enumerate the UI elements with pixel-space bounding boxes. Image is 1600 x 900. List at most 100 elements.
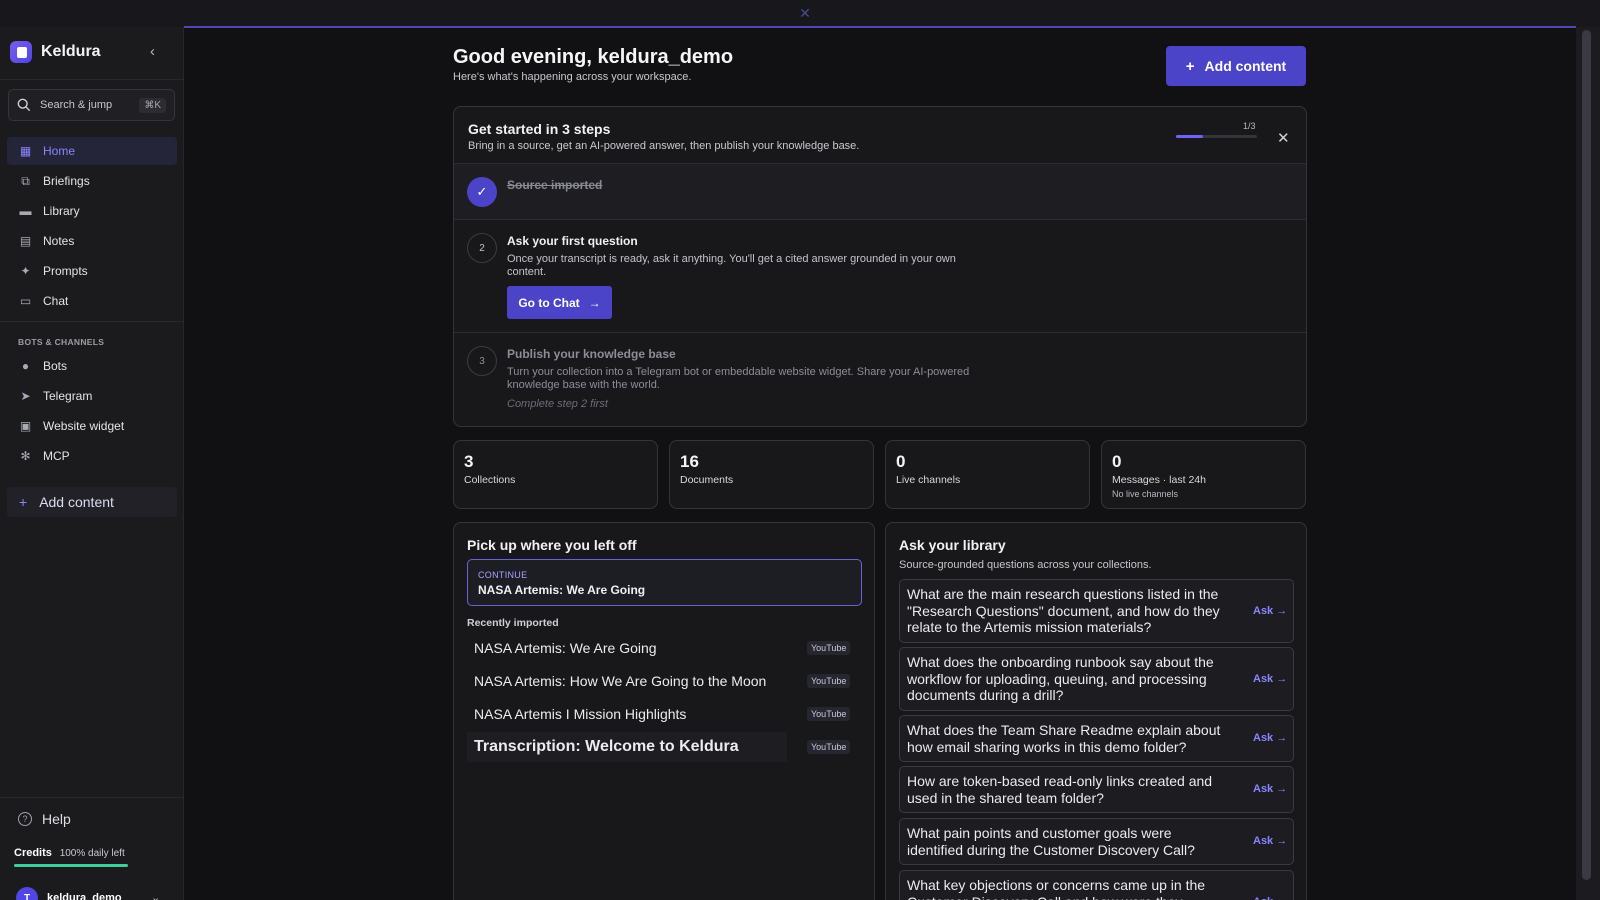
sidebar-item-briefings[interactable]: ⧉ Briefings [7, 167, 177, 195]
stat-live-channels[interactable]: 0 Live channels [885, 440, 1090, 509]
recent-label: Recently imported [467, 617, 559, 629]
source-badge: YouTube [807, 674, 851, 688]
plus-icon: + [1185, 57, 1195, 75]
top-banner: ✕ [0, 0, 1600, 27]
arrow-right-icon: → [588, 295, 601, 310]
question-text: What are the main research questions lis… [907, 586, 1220, 635]
pick-up-panel: Pick up where you left off CONTINUE NASA… [453, 522, 875, 900]
sidebar-item-telegram[interactable]: ➤ Telegram [7, 382, 177, 410]
sidebar-item-notes[interactable]: ▤ Notes [7, 227, 177, 255]
list-item[interactable]: NASA Artemis I Mission Highlights YouTub… [467, 699, 862, 729]
add-content-label: Add content [1204, 58, 1287, 74]
stat-value: 0 [896, 452, 906, 471]
user-menu[interactable]: T keldura_demo [16, 887, 122, 900]
recent-title: NASA Artemis: We Are Going [474, 640, 657, 656]
stat-documents[interactable]: 16 Documents [669, 440, 874, 509]
continue-title: NASA Artemis: We Are Going [478, 583, 646, 597]
help-label: Help [42, 811, 71, 827]
sidebar-item-label: Prompts [43, 264, 88, 278]
list-item[interactable]: NASA Artemis: How We Are Going to the Mo… [467, 666, 862, 696]
help-icon: ? [18, 812, 32, 826]
stat-label: Live channels [896, 474, 961, 486]
main-nav: ▦ Home ⧉ Briefings ▬ Library ▤ Notes ✦ P… [7, 137, 177, 317]
ask-button[interactable]: Ask → [1253, 732, 1287, 744]
keldura-logo-icon [10, 41, 32, 63]
credits-label: Credits [14, 847, 52, 859]
ask-button[interactable]: Ask → [1253, 605, 1287, 617]
stat-messages[interactable]: 0 Messages · last 24h No live channels [1101, 440, 1306, 509]
stat-sublabel: No live channels [1112, 489, 1179, 499]
progress-line [184, 26, 1576, 28]
sidebar-item-chat[interactable]: ▭ Chat [7, 287, 177, 315]
suggested-question[interactable]: What key objections or concerns came up … [899, 870, 1294, 900]
sidebar-item-home[interactable]: ▦ Home [7, 137, 177, 165]
step-title: Ask your first question [507, 234, 638, 248]
step-1: ✓ Source imported [454, 163, 1306, 219]
sidebar-item-mcp[interactable]: ✻ MCP [7, 442, 177, 470]
step-hint: Complete step 2 first [507, 398, 608, 410]
search-shortcut: ⌘K [139, 97, 166, 113]
credits: Credits 100% daily left [14, 847, 125, 859]
sidebar-item-label: Briefings [43, 174, 90, 188]
ask-button[interactable]: Ask → [1253, 673, 1287, 685]
chevron-down-icon[interactable]: ⌄ [151, 891, 160, 900]
question-text: What does the onboarding runbook say abo… [907, 654, 1214, 703]
list-item[interactable]: Transcription: Welcome to Keldura YouTub… [467, 732, 851, 762]
bot-icon: ● [21, 359, 30, 373]
go-to-chat-button[interactable]: Go to Chat → [507, 286, 612, 319]
briefings-icon: ⧉ [21, 173, 30, 188]
getting-started-progress-fill [1176, 135, 1203, 138]
step-description: Turn your collection into a Telegram bot… [507, 366, 970, 391]
ask-button[interactable]: Ask → [1253, 896, 1287, 900]
ask-button[interactable]: Ask → [1253, 835, 1287, 847]
sidebar-item-label: Notes [43, 234, 75, 248]
step-number: 3 [467, 346, 497, 376]
continue-card[interactable]: CONTINUE NASA Artemis: We Are Going [467, 559, 862, 606]
question-text: How are token-based read-only links crea… [907, 773, 1213, 806]
panel-title: Ask your library [899, 537, 1006, 553]
recent-title: Transcription: Welcome to Keldura [474, 738, 739, 755]
stat-collections[interactable]: 3 Collections [453, 440, 658, 509]
close-icon[interactable]: ✕ [1277, 129, 1290, 147]
suggested-question[interactable]: What pain points and customer goals were… [899, 818, 1294, 865]
source-badge: YouTube [807, 740, 851, 754]
source-badge: YouTube [807, 641, 851, 655]
section-label-bots-channels: BOTS & CHANNELS [18, 337, 105, 347]
suggested-question[interactable]: How are token-based read-only links crea… [899, 766, 1294, 813]
ask-button[interactable]: Ask → [1253, 783, 1287, 795]
suggested-question[interactable]: What are the main research questions lis… [899, 579, 1294, 643]
getting-started-title: Get started in 3 steps [468, 121, 611, 137]
sidebar-item-label: Library [43, 204, 80, 218]
help-link[interactable]: ? Help [18, 811, 71, 827]
step-number: 2 [467, 233, 497, 263]
brand[interactable]: Keldura [10, 41, 101, 63]
suggested-question[interactable]: What does the onboarding runbook say abo… [899, 647, 1294, 711]
sidebar-item-bots[interactable]: ● Bots [7, 352, 177, 380]
sidebar-item-website-widget[interactable]: ▣ Website widget [7, 412, 177, 440]
sidebar: Keldura ‹ Search & jump ⌘K ▦ Home ⧉ Brie… [0, 27, 184, 900]
scrollbar-thumb[interactable] [1582, 30, 1591, 880]
divider [0, 797, 184, 798]
chat-icon: ▭ [19, 294, 32, 308]
sidebar-item-prompts[interactable]: ✦ Prompts [7, 257, 177, 285]
getting-started-card: Get started in 3 steps Bring in a source… [453, 106, 1307, 427]
ask-library-panel: Ask your library Source-grounded questio… [885, 522, 1307, 900]
sidebar-item-label: Bots [43, 359, 68, 373]
stat-value: 16 [680, 452, 699, 471]
panel-title: Pick up where you left off [467, 537, 637, 553]
search-input[interactable]: Search & jump ⌘K [8, 89, 175, 121]
add-content-button[interactable]: + Add content [1166, 46, 1306, 86]
brand-name: Keldura [41, 43, 101, 60]
go-to-chat-label: Go to Chat [518, 295, 580, 310]
close-icon[interactable]: ✕ [799, 5, 811, 22]
home-icon: ▦ [19, 144, 32, 158]
list-item[interactable]: NASA Artemis: We Are Going YouTube [467, 633, 862, 663]
divider [0, 321, 184, 322]
collapse-sidebar-icon[interactable]: ‹ [150, 43, 155, 60]
sidebar-add-content-button[interactable]: + Add content [7, 487, 177, 517]
suggested-question[interactable]: What does the Team Share Readme explain … [899, 715, 1294, 762]
sidebar-item-library[interactable]: ▬ Library [7, 197, 177, 225]
credits-bar-fill [14, 864, 128, 867]
widget-icon: ▣ [19, 419, 32, 433]
sidebar-item-label: Telegram [43, 389, 93, 403]
